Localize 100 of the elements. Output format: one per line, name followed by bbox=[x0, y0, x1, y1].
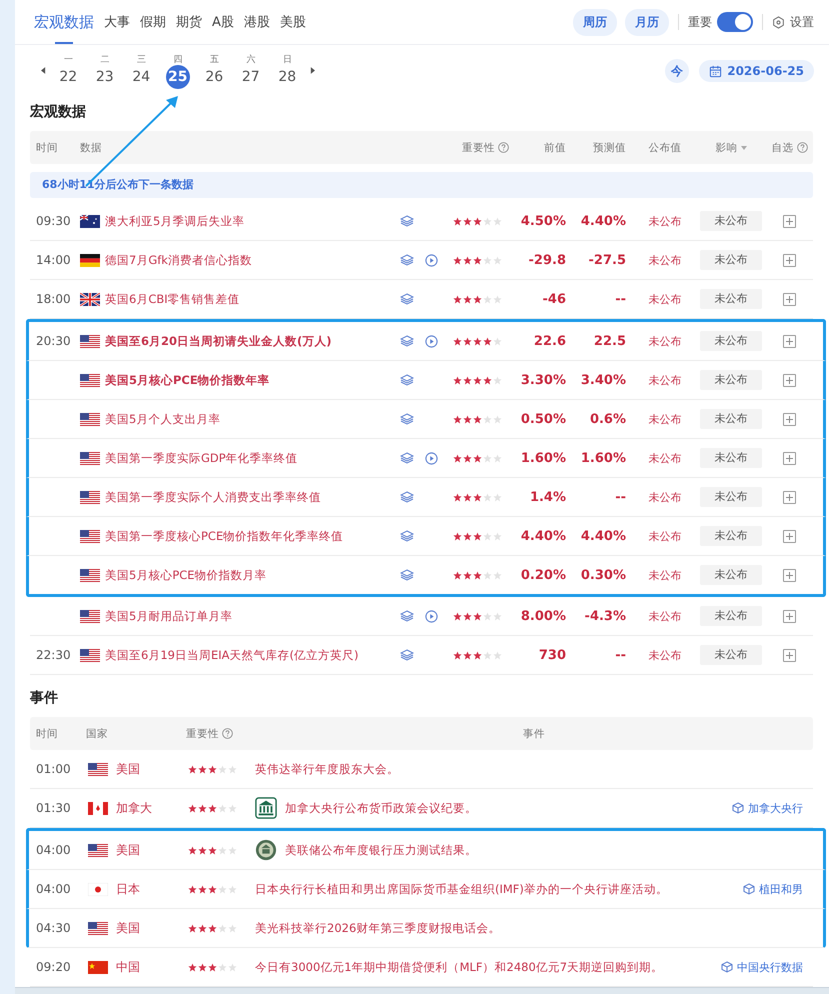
add-button[interactable] bbox=[783, 648, 796, 662]
star-icon bbox=[198, 962, 207, 972]
section-title: 事件 bbox=[30, 689, 59, 707]
layers-icon[interactable] bbox=[400, 530, 414, 542]
indicator-link[interactable]: 美国第一季度实际GDP年化季率终值 bbox=[105, 450, 298, 466]
indicator-link[interactable]: 德国7月Gfk消费者信心指数 bbox=[105, 252, 252, 268]
column-header: 公布值 bbox=[648, 140, 682, 154]
day-button[interactable]: 日 28 bbox=[269, 53, 306, 89]
star-icon bbox=[473, 570, 482, 580]
nav-tab[interactable]: 假期 bbox=[135, 0, 171, 44]
star-icon bbox=[453, 216, 462, 226]
day-button[interactable]: 五 26 bbox=[196, 53, 232, 89]
event-text[interactable]: 今日有3000亿元1年期中期借贷便利（MLF）和2480亿元7天期逆回购到期。 bbox=[255, 960, 664, 974]
layers-icon[interactable] bbox=[400, 215, 414, 227]
column-header: 重要性 bbox=[186, 726, 219, 740]
indicator-link[interactable]: 美国至6月19日当周EIA天然气库存(亿立方英尺) bbox=[105, 648, 358, 662]
day-button[interactable]: 一 22 bbox=[50, 53, 86, 89]
nav-tab[interactable]: 宏观数据 bbox=[29, 0, 99, 44]
impact-badge: 未公布 bbox=[700, 645, 762, 665]
star-icon bbox=[188, 884, 197, 894]
indicator-link[interactable]: 美国5月核心PCE物价指数月率 bbox=[105, 568, 267, 582]
event-text[interactable]: 加拿大央行公布货币政策会议纪要。 bbox=[285, 800, 477, 816]
layers-icon[interactable] bbox=[400, 649, 414, 661]
indicator-link[interactable]: 美国5月核心PCE物价指数年率 bbox=[105, 372, 270, 388]
indicator-link[interactable]: 美国至6月20日当周初请失业金人数(万人) bbox=[105, 334, 332, 348]
event-text[interactable]: 英伟达举行年度股东大会。 bbox=[255, 762, 399, 776]
indicator-link[interactable]: 美国第一季度实际个人消费支出季率终值 bbox=[105, 490, 321, 504]
column-header: 预测值 bbox=[593, 140, 626, 154]
nav-tab[interactable]: A股 bbox=[207, 0, 239, 44]
add-button[interactable] bbox=[783, 452, 796, 464]
layers-icon[interactable] bbox=[400, 335, 414, 347]
add-button[interactable] bbox=[783, 374, 796, 386]
layers-icon[interactable] bbox=[400, 569, 414, 581]
add-button[interactable] bbox=[783, 214, 796, 228]
indicator-link[interactable]: 美国5月个人支出月率 bbox=[105, 412, 220, 426]
add-button[interactable] bbox=[783, 568, 796, 582]
nav-tab[interactable]: 期货 bbox=[171, 0, 207, 44]
day-button[interactable]: 四 25 bbox=[160, 53, 196, 89]
indicator-link[interactable]: 美国5月耐用品订单月率 bbox=[105, 608, 232, 624]
layers-icon[interactable] bbox=[400, 254, 414, 266]
help-icon[interactable] bbox=[796, 142, 808, 153]
nav-tab[interactable]: 大事 bbox=[99, 0, 135, 44]
time-cell-text: 18:00 bbox=[35, 292, 72, 306]
play-icon[interactable] bbox=[424, 610, 438, 622]
star-icon bbox=[463, 216, 472, 226]
day-button[interactable]: 三 24 bbox=[123, 53, 160, 89]
star-icon bbox=[473, 612, 482, 620]
view-button[interactable]: 月历 bbox=[625, 8, 669, 36]
column-header: 影响 bbox=[716, 140, 738, 154]
add-button[interactable] bbox=[783, 530, 796, 542]
indicator-link[interactable]: 澳大利亚5月季调后失业率 bbox=[105, 214, 244, 228]
event-text[interactable]: 美联储公布年度银行压力测试结果。 bbox=[285, 842, 477, 858]
settings-button[interactable]: 设置 bbox=[772, 14, 814, 30]
star-icon bbox=[473, 532, 482, 540]
layers-icon[interactable] bbox=[400, 491, 414, 503]
add-button[interactable] bbox=[783, 254, 796, 266]
time-cell-text: 09:30 bbox=[35, 214, 72, 228]
plus-icon bbox=[785, 612, 794, 620]
impact-badge: 未公布 bbox=[700, 606, 762, 626]
play-icon[interactable] bbox=[424, 334, 438, 348]
sort-caret-icon[interactable] bbox=[740, 146, 746, 150]
add-button[interactable] bbox=[783, 610, 796, 622]
nav-tab[interactable]: 港股 bbox=[238, 0, 275, 44]
layers-icon[interactable] bbox=[400, 374, 414, 386]
today-button[interactable]: 今 bbox=[665, 59, 690, 83]
actual-value: 未公布 bbox=[648, 412, 682, 426]
country-name: 日本 bbox=[116, 880, 140, 898]
event-text[interactable]: 美光科技举行2026财年第三季度财报电话会。 bbox=[255, 920, 500, 936]
indicator-link[interactable]: 美国第一季度核心PCE物价指数年化季率终值 bbox=[105, 528, 344, 544]
star-icon bbox=[453, 294, 462, 304]
forecast-value: -- bbox=[614, 292, 626, 306]
add-button[interactable] bbox=[783, 292, 796, 306]
layers-icon[interactable] bbox=[400, 293, 414, 305]
indicator-link[interactable]: 英国6月CBI零售销售差值 bbox=[105, 292, 240, 306]
add-button[interactable] bbox=[783, 490, 796, 504]
play-icon[interactable] bbox=[424, 254, 438, 266]
layers-icon[interactable] bbox=[400, 452, 414, 464]
date-picker[interactable]: 2026-06-25 bbox=[699, 60, 814, 82]
view-button[interactable]: 周历 bbox=[573, 8, 617, 36]
star-icon bbox=[463, 650, 472, 660]
star-icon bbox=[483, 336, 492, 346]
play-icon[interactable] bbox=[424, 452, 438, 464]
toggle-switch[interactable] bbox=[717, 12, 753, 32]
nav-tab[interactable]: 美股 bbox=[274, 0, 311, 44]
add-button[interactable] bbox=[783, 412, 796, 426]
add-button[interactable] bbox=[783, 334, 796, 348]
layers-icon[interactable] bbox=[400, 610, 414, 622]
previous-value: 8.00% bbox=[520, 608, 566, 624]
forecast-value: 3.40% bbox=[580, 372, 626, 388]
day-button[interactable]: 六 27 bbox=[232, 53, 269, 89]
forecast-value: 1.60% bbox=[580, 450, 626, 466]
event-text[interactable]: 日本央行行长植田和男出席国际货币基金组织(IMF)举办的一个央行讲座活动。 bbox=[255, 882, 668, 896]
related-link[interactable]: 中国央行数据 bbox=[721, 960, 803, 974]
help-icon[interactable] bbox=[498, 142, 509, 153]
star-icon bbox=[453, 376, 462, 384]
day-button[interactable]: 二 23 bbox=[86, 53, 123, 89]
help-icon[interactable] bbox=[222, 728, 233, 739]
layers-icon[interactable] bbox=[400, 413, 414, 425]
related-link[interactable]: 加拿大央行 bbox=[732, 800, 803, 816]
related-link[interactable]: 植田和男 bbox=[743, 882, 803, 896]
